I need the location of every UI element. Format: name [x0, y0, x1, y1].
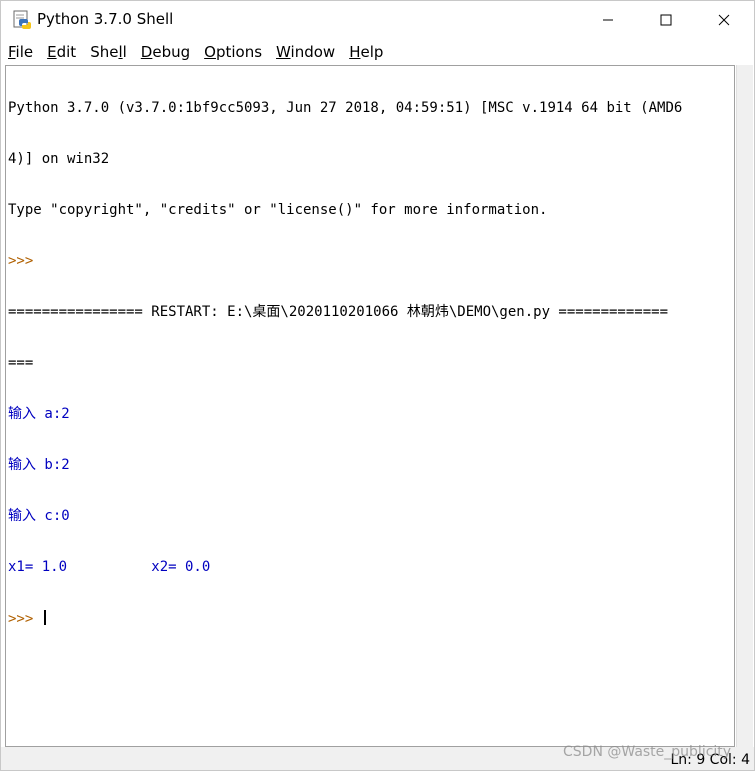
menu-help-label: elp [360, 42, 384, 61]
python-idle-icon [12, 10, 32, 30]
shell-restart-line: ================ RESTART: E:\桌面\20201102… [8, 304, 669, 320]
shell-output-line: x1= 1.0 x2= 0.0 [8, 559, 211, 575]
shell-lines: Python 3.7.0 (v3.7.0:1bf9cc5093, Jun 27 … [8, 66, 682, 661]
shell-restart-line-wrap: === [8, 355, 34, 371]
shell-prompt: >>> [8, 611, 42, 627]
minimize-button[interactable] [579, 1, 637, 39]
shell-prompt: >>> [8, 253, 42, 269]
menu-help-mnemonic: H [349, 42, 361, 61]
shell-text-area[interactable]: Python 3.7.0 (v3.7.0:1bf9cc5093, Jun 27 … [5, 65, 735, 747]
shell-output-line: 输入 c:0 [8, 508, 70, 524]
menu-edit-mnemonic: E [47, 42, 57, 61]
menu-file-label: ile [15, 42, 34, 61]
menu-window-label: indow [290, 42, 336, 61]
close-icon [718, 11, 730, 30]
menu-debug-mnemonic: D [140, 42, 153, 61]
watermark: CSDN @Waste_publicity [563, 744, 732, 760]
menu-bar: File Edit Shell Debug Options Window Hel… [1, 39, 754, 64]
title-bar[interactable]: Python 3.7.0 Shell [1, 1, 754, 39]
window-title: Python 3.7.0 Shell [37, 10, 174, 28]
menu-window-mnemonic: W [276, 42, 291, 61]
menu-file[interactable]: File [1, 43, 40, 61]
shell-line: 4)] on win32 [8, 151, 110, 167]
shell-output-line: 输入 b:2 [8, 457, 70, 473]
menu-edit-label: dit [56, 42, 77, 61]
maximize-icon [660, 11, 672, 30]
idle-shell-window: Python 3.7.0 Shell File Edit Shell Debug… [0, 0, 755, 771]
menu-shell[interactable]: Shell [83, 43, 134, 61]
text-cursor [43, 610, 46, 625]
close-button[interactable] [695, 1, 753, 39]
menu-debug-label: ebug [152, 42, 191, 61]
maximize-button[interactable] [637, 1, 695, 39]
menu-help[interactable]: Help [342, 43, 390, 61]
shell-line: Type "copyright", "credits" or "license(… [8, 202, 548, 218]
vertical-scrollbar[interactable] [736, 65, 753, 747]
menu-debug[interactable]: Debug [134, 43, 197, 61]
shell-output-line: 输入 a:2 [8, 406, 70, 422]
menu-shell-label-end: l [122, 42, 127, 61]
shell-line: Python 3.7.0 (v3.7.0:1bf9cc5093, Jun 27 … [8, 100, 683, 116]
menu-file-mnemonic: F [8, 42, 16, 61]
menu-options[interactable]: Options [197, 43, 269, 61]
menu-shell-label: She [90, 42, 119, 61]
minimize-icon [602, 11, 614, 30]
menu-edit[interactable]: Edit [40, 43, 83, 61]
menu-window[interactable]: Window [269, 43, 342, 61]
menu-options-mnemonic: O [204, 42, 216, 61]
shell-input-line[interactable]: >>> [8, 610, 682, 627]
menu-options-label: ptions [215, 42, 263, 61]
